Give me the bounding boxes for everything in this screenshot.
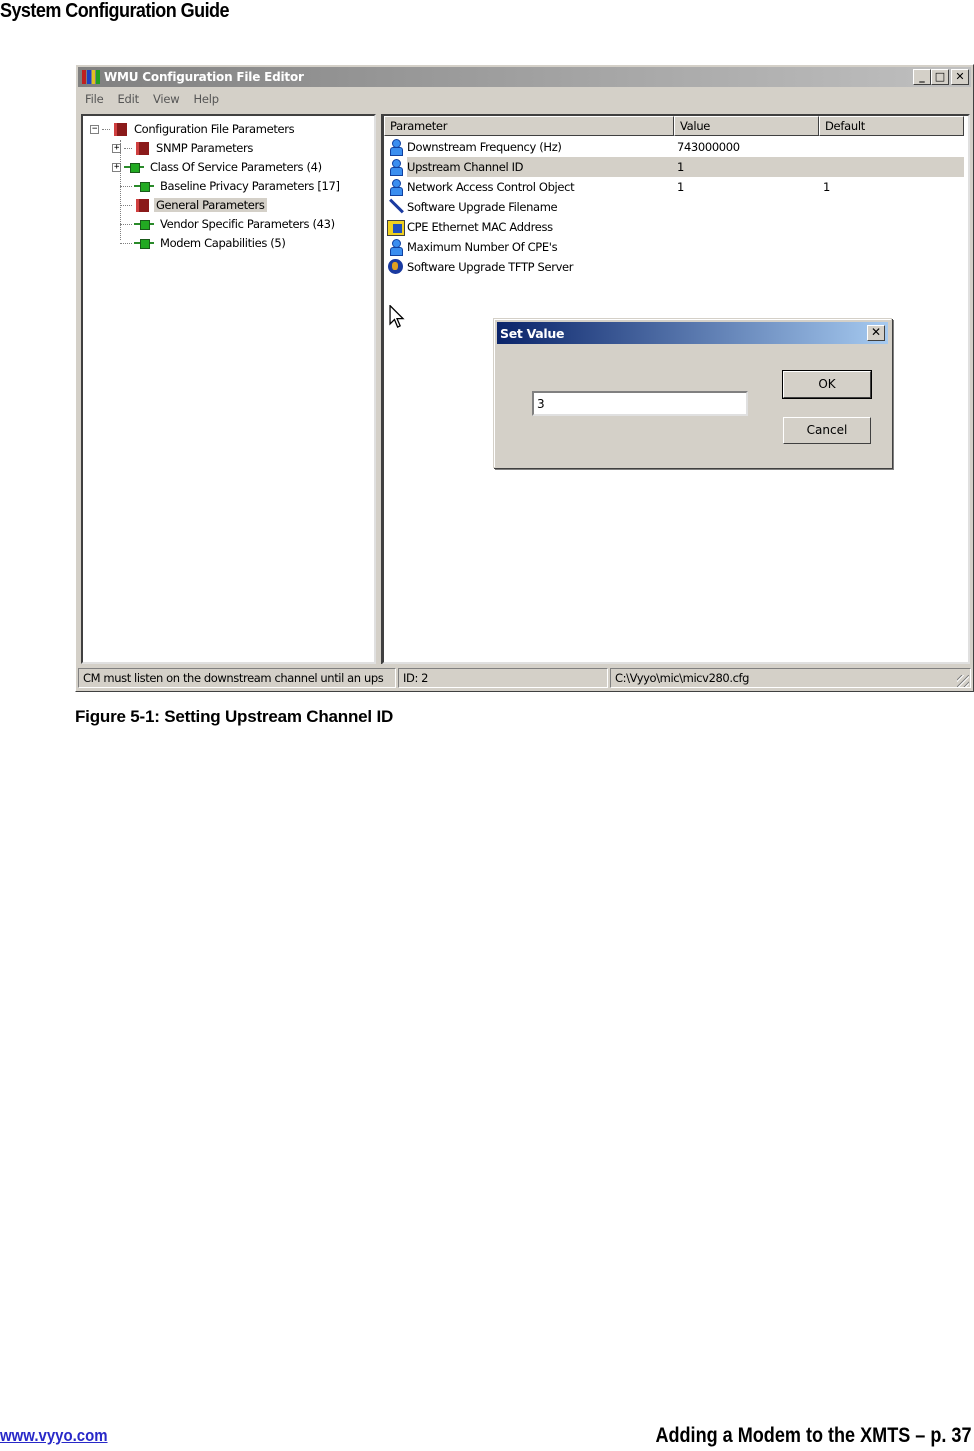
expand-icon[interactable]: + bbox=[112, 143, 121, 153]
tree-item-general-parameters[interactable]: General Parameters bbox=[120, 196, 267, 214]
cancel-button[interactable]: Cancel bbox=[783, 417, 871, 444]
person-icon bbox=[387, 238, 405, 256]
tree-item-label: Modem Capabilities (5) bbox=[160, 236, 286, 250]
pen-icon bbox=[387, 198, 405, 216]
param-value bbox=[672, 237, 818, 257]
status-message: CM must listen on the downstream channel… bbox=[78, 668, 396, 688]
param-default bbox=[818, 237, 964, 257]
tree-dots bbox=[120, 242, 132, 244]
column-header-value[interactable]: Value bbox=[674, 116, 819, 136]
tree-dots bbox=[102, 128, 110, 130]
person-icon bbox=[387, 158, 405, 176]
tree-item-snmp-parameters[interactable]: + SNMP Parameters bbox=[112, 139, 255, 157]
list-row[interactable]: Network Access Control Object 1 1 bbox=[384, 177, 964, 197]
param-value bbox=[672, 257, 818, 277]
tree-item-baseline-privacy[interactable]: Baseline Privacy Parameters [17] bbox=[120, 177, 342, 195]
param-default bbox=[818, 157, 964, 177]
list-header: Parameter Value Default bbox=[384, 116, 964, 136]
mouse-cursor-icon bbox=[389, 305, 405, 328]
param-default bbox=[818, 197, 964, 217]
param-value: 1 bbox=[672, 157, 818, 177]
param-value: 1 bbox=[677, 180, 684, 194]
param-default bbox=[818, 137, 964, 157]
statusbar: CM must listen on the downstream channel… bbox=[78, 668, 971, 690]
document-header-title: System Configuration Guide bbox=[0, 0, 230, 22]
tree-dots bbox=[124, 147, 132, 149]
tree-item-label: SNMP Parameters bbox=[156, 141, 253, 155]
window-titlebar[interactable]: WMU Configuration File Editor _ □ ✕ bbox=[78, 67, 971, 87]
menu-help[interactable]: Help bbox=[186, 92, 225, 106]
minimize-button[interactable]: _ bbox=[913, 69, 931, 85]
tree-item-label: Class Of Service Parameters (4) bbox=[150, 160, 322, 174]
tree-dots bbox=[120, 223, 132, 225]
param-default: 1 bbox=[823, 180, 830, 194]
network-node-icon bbox=[134, 236, 154, 250]
param-value bbox=[672, 197, 818, 217]
close-button[interactable]: ✕ bbox=[951, 69, 969, 85]
status-file-path: C:\Vyyo\mic\micv280.cfg bbox=[610, 668, 971, 688]
param-name: Downstream Frequency (Hz) bbox=[407, 140, 562, 154]
maximize-button[interactable]: □ bbox=[931, 69, 949, 85]
list-row-selected[interactable]: Upstream Channel ID 1 bbox=[384, 157, 964, 177]
ok-button[interactable]: OK bbox=[782, 370, 872, 399]
list-row[interactable]: Downstream Frequency (Hz) 743000000 bbox=[384, 137, 964, 157]
person-icon bbox=[387, 138, 405, 156]
tree-dots bbox=[120, 204, 132, 206]
tree-dots bbox=[120, 185, 132, 187]
tree-item-label: Configuration File Parameters bbox=[134, 122, 295, 136]
expand-icon[interactable]: + bbox=[112, 162, 121, 172]
resize-grip-icon[interactable] bbox=[957, 675, 969, 687]
network-node-icon bbox=[134, 217, 154, 231]
menu-view[interactable]: View bbox=[146, 92, 187, 106]
book-icon bbox=[134, 141, 149, 156]
param-name: Maximum Number Of CPE's bbox=[407, 240, 558, 254]
footer-page-label: Adding a Modem to the XMTS – p. 37 bbox=[655, 1424, 972, 1447]
book-icon bbox=[112, 122, 127, 137]
menu-edit[interactable]: Edit bbox=[110, 92, 145, 106]
list-row[interactable]: Software Upgrade Filename bbox=[384, 197, 964, 217]
status-id: ID: 2 bbox=[398, 668, 608, 688]
globe-icon bbox=[387, 258, 405, 276]
tree-item-label: General Parameters bbox=[154, 198, 267, 212]
network-node-icon bbox=[134, 179, 154, 193]
tree-item-label: Baseline Privacy Parameters [17] bbox=[160, 179, 340, 193]
dialog-titlebar[interactable]: Set Value ✕ bbox=[497, 322, 888, 344]
param-name: Upstream Channel ID bbox=[407, 157, 672, 177]
param-name: Network Access Control Object bbox=[407, 180, 575, 194]
dialog-title: Set Value bbox=[500, 325, 565, 341]
person-icon bbox=[387, 178, 405, 196]
param-default bbox=[818, 257, 964, 277]
set-value-dialog: Set Value ✕ OK Cancel bbox=[493, 318, 892, 468]
list-row[interactable]: Maximum Number Of CPE's bbox=[384, 237, 964, 257]
column-header-default[interactable]: Default bbox=[819, 116, 964, 136]
list-row[interactable]: Software Upgrade TFTP Server bbox=[384, 257, 964, 277]
param-value bbox=[672, 217, 818, 237]
window-title: WMU Configuration File Editor bbox=[104, 70, 304, 84]
network-card-icon bbox=[387, 218, 405, 236]
menu-file[interactable]: File bbox=[78, 92, 110, 106]
tree-item-configuration-file-parameters[interactable]: − Configuration File Parameters bbox=[90, 120, 296, 138]
param-name: Software Upgrade Filename bbox=[407, 200, 558, 214]
network-node-icon bbox=[124, 160, 144, 174]
param-value: 743000000 bbox=[677, 140, 740, 154]
book-icon bbox=[134, 198, 149, 213]
tree-item-vendor-specific[interactable]: Vendor Specific Parameters (43) bbox=[120, 215, 337, 233]
param-name: CPE Ethernet MAC Address bbox=[407, 220, 553, 234]
column-header-parameter[interactable]: Parameter bbox=[384, 116, 674, 136]
tree-item-modem-capabilities[interactable]: Modem Capabilities (5) bbox=[120, 234, 288, 252]
list-row[interactable]: CPE Ethernet MAC Address bbox=[384, 217, 964, 237]
app-icon bbox=[82, 70, 100, 84]
parameter-tree: − Configuration File Parameters + SNMP P… bbox=[81, 114, 376, 664]
tree-item-label: Vendor Specific Parameters (43) bbox=[160, 217, 335, 231]
figure-caption: Figure 5-1: Setting Upstream Channel ID bbox=[75, 707, 394, 726]
param-name: Software Upgrade TFTP Server bbox=[407, 260, 574, 274]
footer-website-link[interactable]: www.vyyo.com bbox=[0, 1426, 108, 1446]
collapse-icon[interactable]: − bbox=[90, 124, 99, 134]
param-default bbox=[818, 217, 964, 237]
dialog-close-button[interactable]: ✕ bbox=[867, 325, 885, 341]
tree-item-class-of-service[interactable]: + Class Of Service Parameters (4) bbox=[112, 158, 324, 176]
value-input[interactable] bbox=[532, 391, 748, 416]
menubar: File Edit View Help bbox=[78, 89, 226, 109]
